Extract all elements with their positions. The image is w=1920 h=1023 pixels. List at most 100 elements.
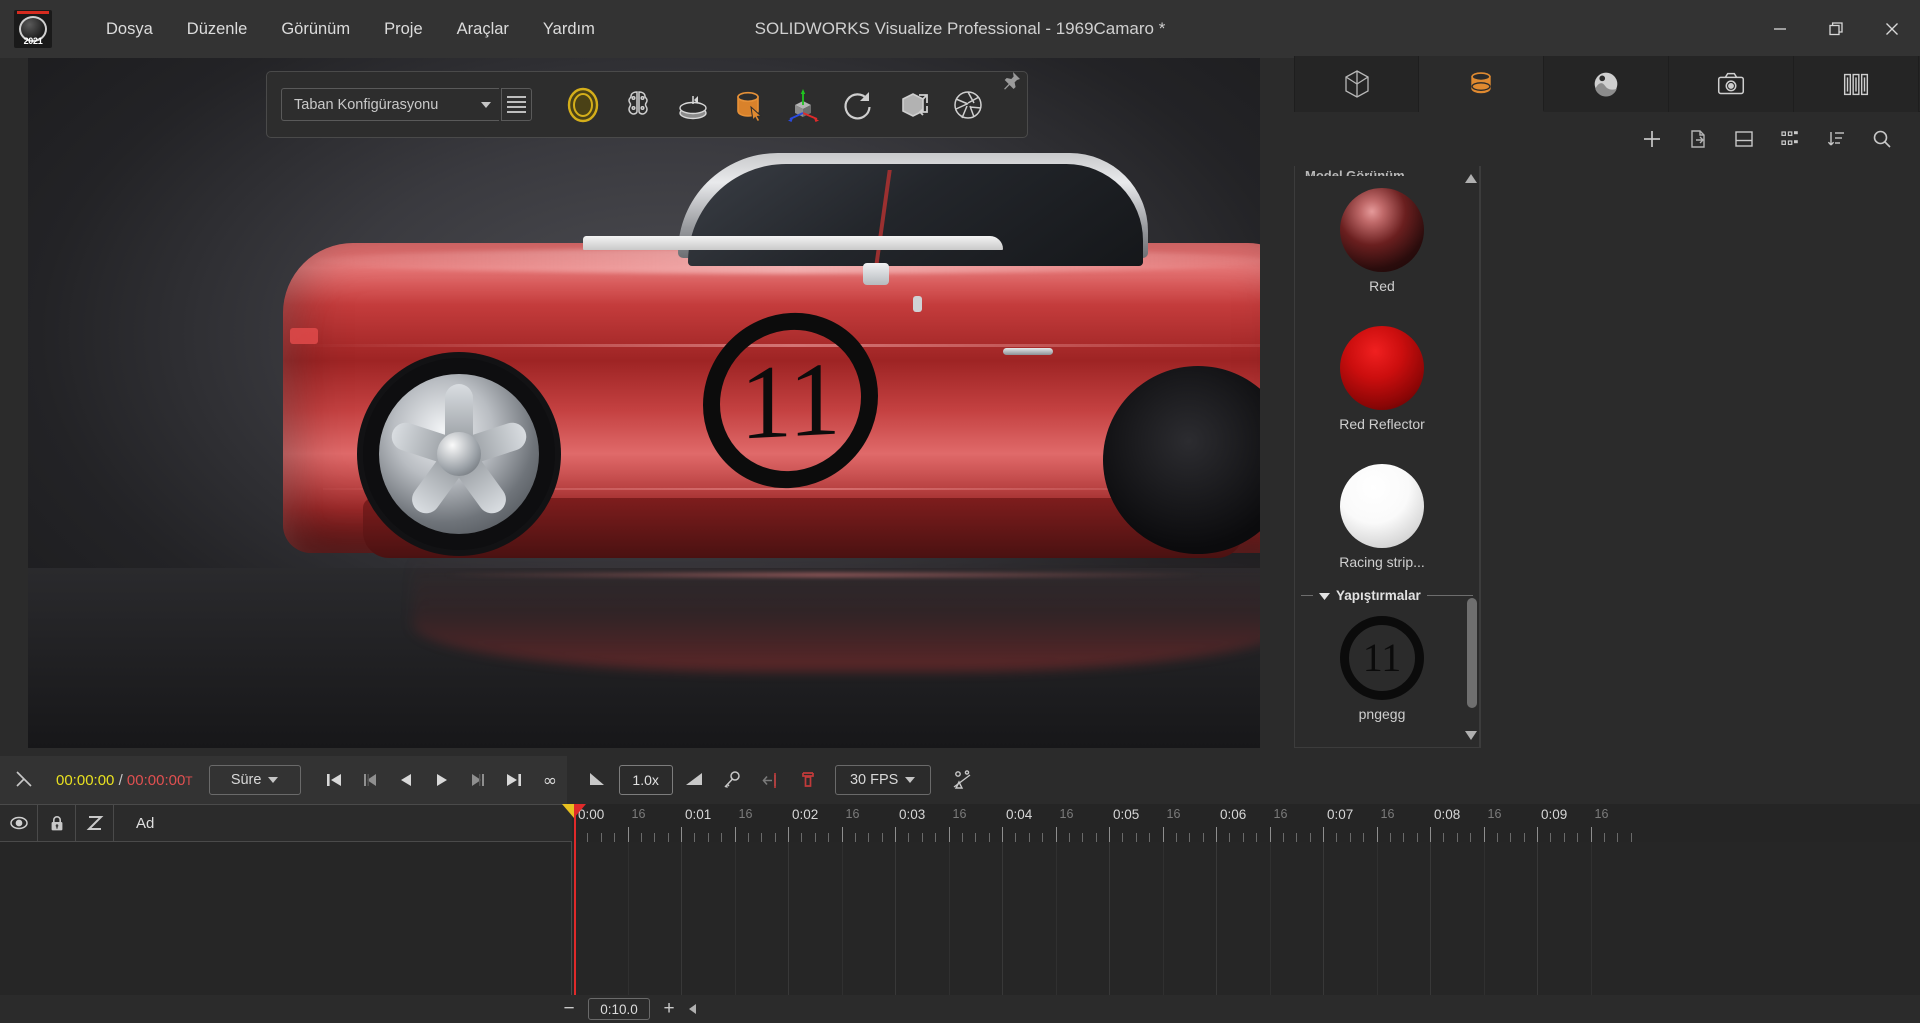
appearance-library-list[interactable]: Model Görünüm Red Red Reflector Racing s… <box>1294 166 1480 748</box>
panel-action-bar <box>1294 112 1920 166</box>
ruler-minor-tick <box>1363 833 1365 842</box>
z-curve-icon[interactable] <box>76 805 114 841</box>
menu-item-gorunum[interactable]: Görünüm <box>267 13 364 46</box>
car-render: 11 <box>283 148 1260 672</box>
play-reverse-button[interactable] <box>389 763 423 797</box>
ruler-minor-tick <box>1550 833 1552 842</box>
ruler-minor-tick <box>774 833 776 842</box>
appearance-item-racing-stripe[interactable]: Racing strip... <box>1295 464 1469 570</box>
window-controls <box>1752 0 1920 58</box>
render-viewport[interactable]: 11 <box>28 58 1260 748</box>
zoom-in-button[interactable]: + <box>660 998 678 1020</box>
menu-item-dosya[interactable]: Dosya <box>92 13 167 46</box>
car-mirror <box>863 263 889 285</box>
appearance-item-red[interactable]: Red <box>1295 188 1469 294</box>
close-button[interactable] <box>1864 0 1920 58</box>
duration-select[interactable]: Süre <box>208 765 301 795</box>
ruler-minor-tick <box>1015 833 1017 842</box>
speed-field[interactable]: 1.0x <box>618 765 673 795</box>
menu-item-yardim[interactable]: Yardım <box>529 13 609 46</box>
delete-keyframe-icon[interactable] <box>791 763 825 797</box>
timeline-grid-line <box>1055 842 1057 995</box>
tab-filters[interactable] <box>1794 56 1919 112</box>
search-icon[interactable] <box>1870 127 1894 151</box>
ruler-minor-tick <box>1242 833 1244 842</box>
ruler-major-tick <box>1323 827 1324 842</box>
chevron-left-icon[interactable] <box>688 1003 698 1015</box>
chevron-up-icon[interactable] <box>1465 172 1477 184</box>
interpolation-icon[interactable] <box>945 763 979 797</box>
sort-icon[interactable] <box>1824 127 1848 151</box>
zoom-out-button[interactable]: − <box>560 998 578 1020</box>
ruler-minor-tick <box>1068 833 1070 842</box>
decals-section-header[interactable]: Yapıştırmalar <box>1301 588 1473 603</box>
ruler-frame-label: 16 <box>952 807 967 821</box>
menu-item-araclar[interactable]: Araçlar <box>443 13 523 46</box>
timeline-zoom-value[interactable]: 0:10.0 <box>588 998 650 1020</box>
ruler-half-tick <box>1590 827 1592 842</box>
car-windows <box>688 164 1143 266</box>
axis-cube-tool-icon[interactable] <box>776 78 830 132</box>
keyframe-tool-icon[interactable] <box>8 763 42 797</box>
restore-button[interactable] <box>1808 0 1864 58</box>
timeline-ruler[interactable]: 0:00 16 0:01 16 0:02 16 0:03 16 0:04 16 0:05 16 0:06… <box>572 804 1920 842</box>
logo-year: 2021 <box>23 36 43 46</box>
pin-icon[interactable] <box>995 65 1027 97</box>
ruler-minor-tick <box>1630 833 1632 842</box>
paint-bucket-tool-icon[interactable] <box>721 78 775 132</box>
loop-button[interactable]: ∞ <box>533 763 567 797</box>
menu-item-proje[interactable]: Proje <box>370 13 437 46</box>
library-scrollbar[interactable] <box>1467 598 1477 742</box>
import-cube-tool-icon[interactable] <box>886 78 940 132</box>
pedestal-tool-icon[interactable] <box>666 78 720 132</box>
ruler-major-tick <box>1109 827 1110 842</box>
ring-tool-icon[interactable] <box>556 78 610 132</box>
ruler-frame-label: 16 <box>1059 807 1074 821</box>
lock-icon[interactable] <box>38 805 76 841</box>
menu-item-duzenle[interactable]: Düzenle <box>173 13 262 46</box>
step-back-button[interactable] <box>353 763 387 797</box>
go-to-start-button[interactable] <box>317 763 351 797</box>
appearance-item-red-reflector[interactable]: Red Reflector <box>1295 326 1469 432</box>
ease-out-icon[interactable] <box>677 763 711 797</box>
go-to-end-button[interactable] <box>497 763 531 797</box>
ruler-minor-tick <box>1028 833 1030 842</box>
ruler-minor-tick <box>667 833 669 842</box>
eye-icon[interactable] <box>0 805 38 841</box>
ease-in-icon[interactable] <box>581 763 615 797</box>
aperture-tool-icon[interactable] <box>941 78 995 132</box>
ruler-major-tick <box>895 827 896 842</box>
plus-icon[interactable] <box>1640 127 1664 151</box>
configuration-select[interactable]: Taban Konfigürasyonu <box>281 88 499 121</box>
minimize-button[interactable] <box>1752 0 1808 58</box>
ruler-minor-tick <box>1202 833 1204 842</box>
divider <box>1301 595 1313 596</box>
ruler-frame-label: 16 <box>1273 807 1288 821</box>
key-icon[interactable] <box>715 763 749 797</box>
grid-view-icon[interactable] <box>1778 127 1802 151</box>
timeline-playhead[interactable] <box>562 804 586 995</box>
chevron-down-icon[interactable] <box>1465 729 1477 741</box>
tab-appearances[interactable] <box>1419 56 1544 112</box>
split-view-icon[interactable] <box>1732 127 1756 151</box>
refresh-tool-icon[interactable] <box>831 78 885 132</box>
file-export-icon[interactable] <box>1686 127 1710 151</box>
timeline-grid-line <box>1376 842 1378 995</box>
tab-cameras[interactable] <box>1669 56 1794 112</box>
ruler-minor-tick <box>1349 833 1351 842</box>
timeline-toolbar-right: 1.0x 30 FPS <box>567 756 979 804</box>
play-button[interactable] <box>425 763 459 797</box>
fps-select[interactable]: 30 FPS <box>834 765 931 795</box>
ruler-second-label: 0:00 <box>578 807 605 822</box>
prev-keyframe-icon[interactable] <box>753 763 787 797</box>
configuration-list-button[interactable] <box>501 88 532 121</box>
library-scrollbar-thumb[interactable] <box>1467 598 1477 708</box>
brain-tool-icon[interactable] <box>611 78 665 132</box>
decal-item-pngegg[interactable]: 11 pngegg <box>1295 616 1469 722</box>
step-forward-button[interactable] <box>461 763 495 797</box>
tab-models[interactable] <box>1294 56 1419 112</box>
tab-environments[interactable] <box>1544 56 1669 112</box>
timeline-body[interactable] <box>0 842 1920 995</box>
ruler-major-tick <box>681 827 682 842</box>
timeline-track-list[interactable] <box>0 842 572 995</box>
